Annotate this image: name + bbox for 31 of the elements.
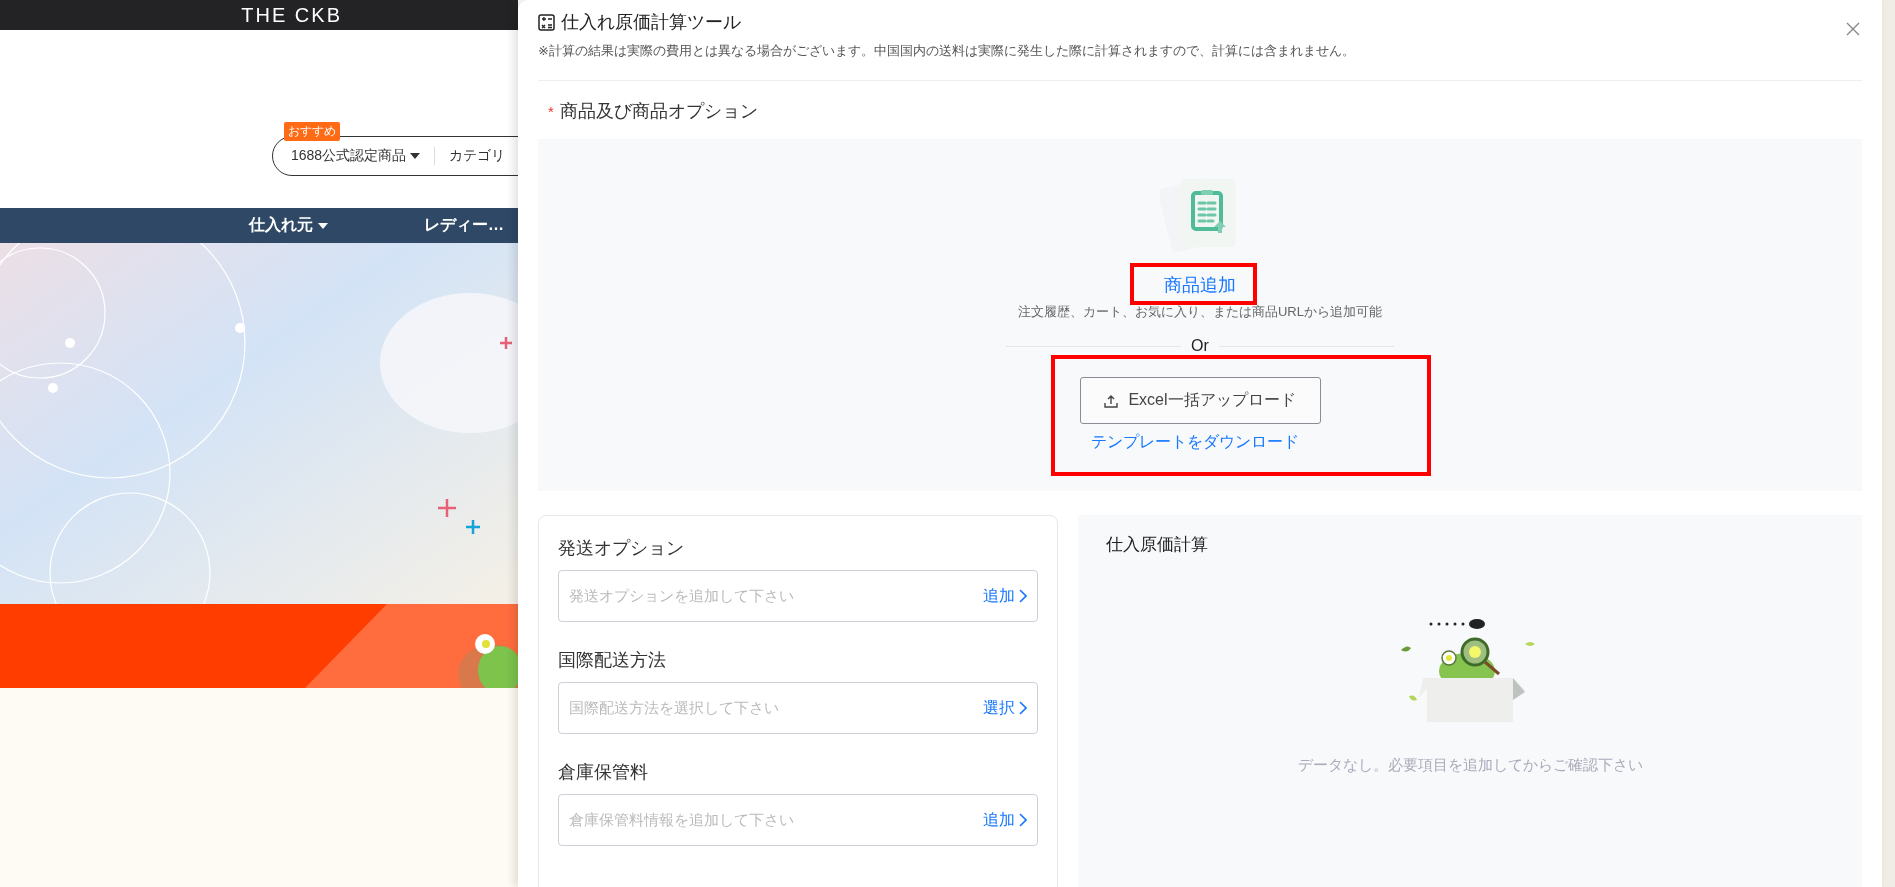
chevron-right-icon	[1019, 589, 1027, 603]
field-label: 発送オプション	[558, 537, 685, 560]
caret-icon	[318, 222, 328, 229]
site-logo[interactable]: THE CKB	[241, 3, 342, 27]
input-field[interactable]: 倉庫保管料情報を追加して下さい 追加	[558, 794, 1038, 846]
excel-upload-button[interactable]: Excel一括アップロード	[1079, 377, 1321, 424]
panel-title: 仕入原価計算	[1106, 534, 1209, 556]
notice-text: ※計算の結果は実際の費用とは異なる場合がございます。中国国内の送料は実際に発生した際に計算されますので、計算には含まれません。	[538, 42, 1356, 60]
close-icon[interactable]	[1846, 22, 1860, 36]
add-product-link[interactable]: 商品追加	[1164, 273, 1236, 297]
chevron-right-icon	[1019, 813, 1027, 827]
caret-icon	[410, 153, 421, 159]
divider-text: Or	[1191, 337, 1209, 355]
field-label: 倉庫保管料	[558, 761, 649, 784]
nav-item[interactable]: 仕入れ元	[249, 215, 328, 236]
section-label: 商品及び商品オプション	[559, 100, 758, 123]
scope-dropdown[interactable]: 1688公式認定商品	[291, 147, 421, 165]
category-dropdown[interactable]: カテゴリ	[449, 147, 506, 165]
nav-item[interactable]: レディー…	[424, 215, 504, 236]
input-field[interactable]: 国際配送方法を選択して下さい 選択	[558, 682, 1038, 734]
recommend-badge: おすすめ	[284, 122, 340, 141]
chevron-right-icon	[1019, 701, 1027, 715]
template-download-link[interactable]: テンプレートをダウンロード	[1091, 432, 1299, 453]
empty-state-text: データなし。必要項目を追加してからご確認下さい	[1297, 756, 1643, 775]
calculator-icon	[538, 13, 555, 31]
dialog-title: 仕入れ原価計算ツール	[561, 11, 741, 34]
input-field[interactable]: 発送オプションを追加して下さい 追加	[558, 570, 1038, 622]
required-mark: *	[548, 102, 554, 120]
field-label: 国際配送方法	[558, 649, 667, 672]
upload-icon	[1104, 393, 1119, 408]
hint-text: 注文履歴、カート、お気に入り、または商品URLから追加可能	[1018, 303, 1382, 321]
